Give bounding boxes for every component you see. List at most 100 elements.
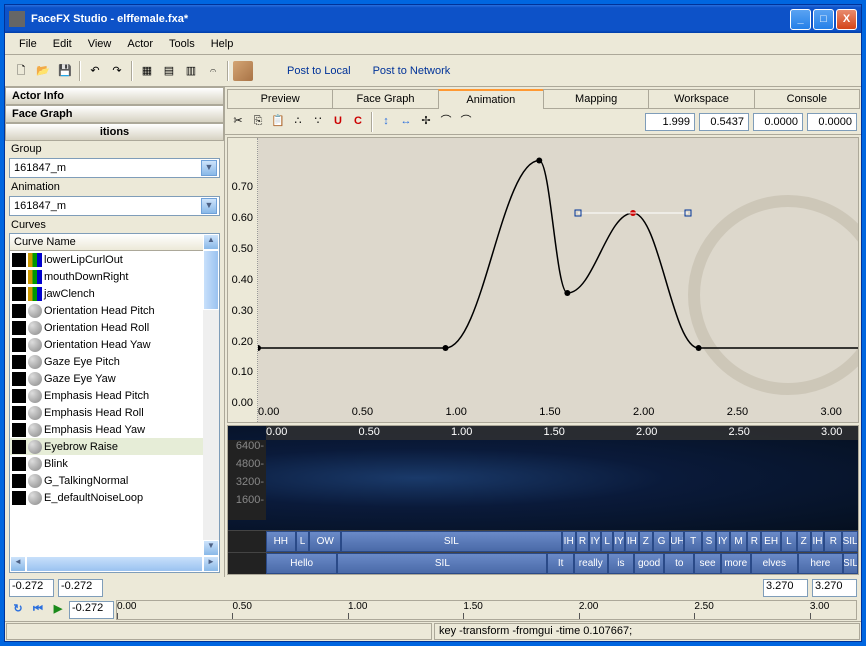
num-tan2[interactable]: 0.0000 (807, 113, 857, 131)
copy-icon[interactable]: ⎘ (249, 113, 267, 131)
redo-icon[interactable]: ↷ (107, 61, 127, 81)
curve-row[interactable]: Emphasis Head Pitch (10, 387, 219, 404)
phoneme-cell[interactable]: IY (589, 531, 601, 552)
actor-info-header[interactable]: Actor Info (5, 87, 224, 105)
paste-icon[interactable]: 📋 (269, 113, 287, 131)
phoneme-cell[interactable]: M (730, 531, 748, 552)
scroll-thumb[interactable] (203, 250, 219, 310)
playhead-time[interactable]: -0.272 (69, 601, 114, 619)
curve-row[interactable]: Orientation Head Roll (10, 319, 219, 336)
phoneme-cell[interactable]: L (601, 531, 613, 552)
tab-animation[interactable]: Animation (438, 89, 544, 109)
phoneme-cell[interactable]: elves (751, 553, 798, 574)
phoneme-cell[interactable]: T (684, 531, 702, 552)
scroll-right-icon[interactable]: ► (203, 556, 219, 572)
tangent2-icon[interactable]: ⌒ (457, 113, 475, 131)
group-combo[interactable]: 161847_m ▼ (9, 158, 220, 178)
menu-tools[interactable]: Tools (161, 36, 203, 52)
tab-workspace[interactable]: Workspace (648, 89, 754, 109)
panel2-icon[interactable]: ▤ (159, 61, 179, 81)
phoneme-cell[interactable]: IH (811, 531, 825, 552)
phoneme-cell[interactable]: S (702, 531, 716, 552)
tab-mapping[interactable]: Mapping (543, 89, 649, 109)
menu-edit[interactable]: Edit (45, 36, 80, 52)
phoneme-cell[interactable]: more (721, 553, 751, 574)
curve-row[interactable]: Emphasis Head Roll (10, 404, 219, 421)
phoneme-cell[interactable]: SIL (337, 553, 547, 574)
num-value[interactable]: 0.5437 (699, 113, 749, 131)
titlebar[interactable]: FaceFX Studio - elffemale.fxa* _ □ X (5, 5, 861, 33)
move-h-icon[interactable]: ↔ (397, 113, 415, 131)
curve-row[interactable]: Orientation Head Yaw (10, 336, 219, 353)
open-icon[interactable]: 📂 (33, 61, 53, 81)
minimize-button[interactable]: _ (790, 9, 811, 30)
curve-row[interactable]: Eyebrow Raise (10, 438, 219, 455)
close-button[interactable]: X (836, 9, 857, 30)
phoneme-cell[interactable]: see (694, 553, 720, 574)
curve-row[interactable]: jawClench (10, 285, 219, 302)
spectro-canvas[interactable]: 0.000.501.001.502.002.503.00 6400-4800-3… (228, 426, 858, 530)
phoneme-cell[interactable]: L (781, 531, 797, 552)
curves-scrollbar-h[interactable]: ◄ ► (10, 556, 219, 572)
menu-view[interactable]: View (80, 36, 120, 52)
tangent1-icon[interactable]: ⌒ (437, 113, 455, 131)
scroll-up-icon[interactable]: ▲ (203, 234, 219, 250)
cut-icon[interactable]: ✂ (229, 113, 247, 131)
menu-actor[interactable]: Actor (119, 36, 161, 52)
phoneme-cell[interactable]: to (664, 553, 694, 574)
rewind-button[interactable]: ⏮ (29, 601, 47, 619)
curves-column-header[interactable]: Curve Name (10, 234, 219, 251)
phoneme-cell[interactable]: SIL (341, 531, 562, 552)
curve-row[interactable]: Gaze Eye Pitch (10, 353, 219, 370)
new-icon[interactable]: 🗋 (11, 61, 31, 81)
word-row[interactable]: HelloSILItreallyisgoodtoseemoreelveshere… (228, 552, 858, 574)
scroll-down-icon[interactable]: ▼ (203, 540, 219, 556)
phoneme-cell[interactable]: UH (670, 531, 684, 552)
phoneme-cell[interactable]: R (576, 531, 590, 552)
phoneme-cell[interactable]: SIL (843, 553, 858, 574)
curve-row[interactable]: Gaze Eye Yaw (10, 370, 219, 387)
scroll-left-icon[interactable]: ◄ (10, 556, 26, 572)
curve-row[interactable]: Orientation Head Pitch (10, 302, 219, 319)
curve-row[interactable]: Emphasis Head Yaw (10, 421, 219, 438)
face-graph-header[interactable]: Face Graph (5, 105, 224, 123)
magnet-icon[interactable]: U (329, 113, 347, 131)
curves-scrollbar-v[interactable]: ▲ ▼ (203, 234, 219, 556)
move-v-icon[interactable]: ↕ (377, 113, 395, 131)
curve-row[interactable]: E_defaultNoiseLoop (10, 489, 219, 506)
tab-preview[interactable]: Preview (227, 89, 333, 109)
phoneme-cell[interactable]: IH (562, 531, 576, 552)
key2-icon[interactable]: ∵ (309, 113, 327, 131)
maximize-button[interactable]: □ (813, 9, 834, 30)
itions-header[interactable]: itions (5, 123, 224, 141)
phoneme-cell[interactable]: here (798, 553, 843, 574)
tab-facegraph[interactable]: Face Graph (332, 89, 438, 109)
phoneme-cell[interactable]: EH (761, 531, 781, 552)
phoneme-cell[interactable]: SIL (842, 531, 858, 552)
phoneme-cell[interactable]: R (747, 531, 761, 552)
curve-graph[interactable]: 0.000.100.200.300.400.500.600.70 0.000.5… (227, 137, 859, 423)
key1-icon[interactable]: ∴ (289, 113, 307, 131)
phoneme-cell[interactable]: G (653, 531, 671, 552)
phoneme-row[interactable]: HHLOWSILIHRIYLIYIHZGUHTSIYMREHLZIHRSIL (228, 530, 858, 552)
curve-row[interactable]: G_TalkingNormal (10, 472, 219, 489)
graph-canvas[interactable]: 0.000.501.001.502.002.503.00 (258, 138, 858, 422)
num-time[interactable]: 1.999 (645, 113, 695, 131)
panel1-icon[interactable]: ▦ (137, 61, 157, 81)
timeline-scale[interactable]: 0.000.501.001.502.002.503.00 (116, 600, 857, 620)
snap-icon[interactable]: C (349, 113, 367, 131)
curve-row[interactable]: mouthDownRight (10, 268, 219, 285)
phoneme-cell[interactable]: L (296, 531, 310, 552)
phoneme-cell[interactable]: Hello (266, 553, 337, 574)
bound-left2[interactable]: -0.272 (58, 579, 103, 597)
post-network-link[interactable]: Post to Network (363, 65, 461, 77)
scroll-thumb-h[interactable] (26, 556, 203, 572)
phoneme-cell[interactable]: HH (266, 531, 296, 552)
chevron-down-icon[interactable]: ▼ (201, 198, 217, 214)
animation-combo[interactable]: 161847_m ▼ (9, 196, 220, 216)
phoneme-cell[interactable]: good (634, 553, 664, 574)
phoneme-cell[interactable]: IY (716, 531, 730, 552)
face-icon[interactable] (233, 61, 253, 81)
loop-button[interactable]: ↻ (9, 601, 27, 619)
play-button[interactable]: ▶ (49, 601, 67, 619)
